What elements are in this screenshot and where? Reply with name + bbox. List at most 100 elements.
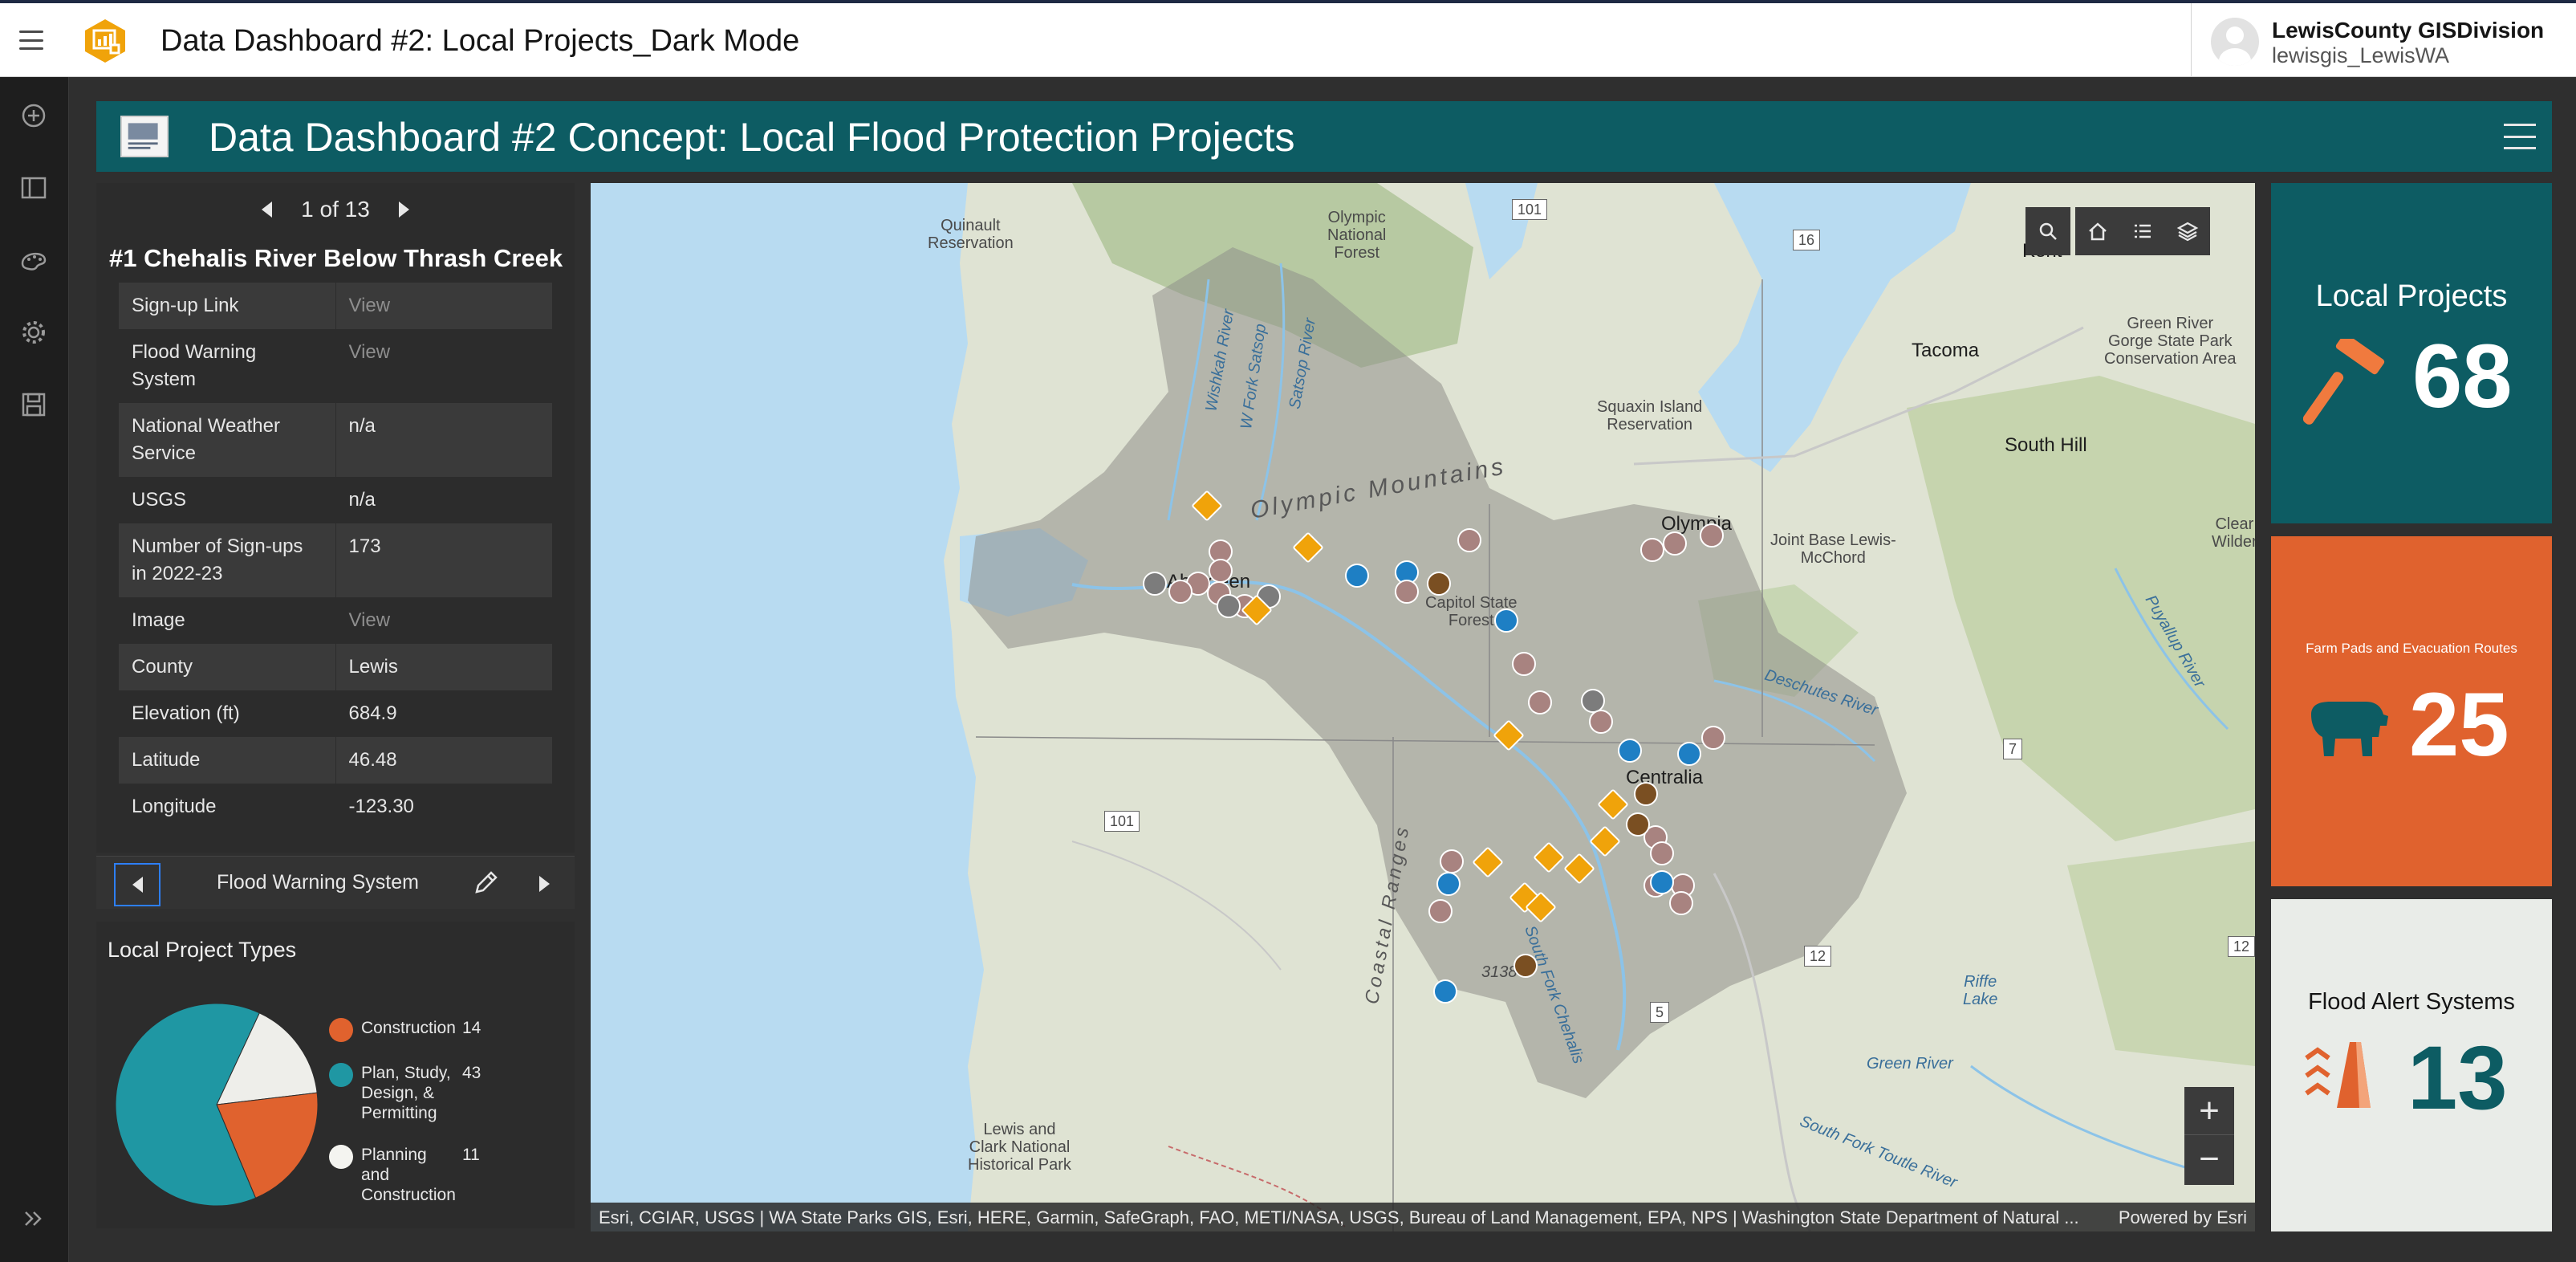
flood-alert-marker[interactable] xyxy=(1677,742,1701,766)
county-logo xyxy=(120,116,169,157)
layers-button[interactable] xyxy=(2165,207,2210,255)
attribute-value: 173 xyxy=(335,523,552,597)
farm-pad-marker[interactable] xyxy=(1427,572,1451,596)
flood-alert-marker[interactable] xyxy=(1494,609,1518,633)
construction-project-marker[interactable] xyxy=(1209,559,1233,583)
flood-alert-marker[interactable] xyxy=(1345,564,1369,588)
signup-link[interactable]: View xyxy=(335,283,552,329)
table-row: Longitude -123.30 xyxy=(119,784,552,830)
construction-project-marker[interactable] xyxy=(1395,580,1419,604)
attribute-key: Number of Sign-ups in 2022-23 xyxy=(119,523,336,597)
legend-label: Construction xyxy=(361,1019,456,1037)
zoom-out-button[interactable]: − xyxy=(2184,1135,2234,1183)
chart-title: Local Project Types xyxy=(108,938,297,962)
legend-value: 43 xyxy=(462,1064,481,1082)
legend-swatch xyxy=(329,1018,353,1042)
highway-shield: 101 xyxy=(1104,811,1140,832)
edit-pencil-icon[interactable] xyxy=(472,869,499,897)
farm-pad-marker[interactable] xyxy=(1514,954,1538,978)
construction-project-marker[interactable] xyxy=(1650,841,1674,865)
theme-palette-icon[interactable] xyxy=(16,242,51,278)
previous-layer-button[interactable] xyxy=(114,863,160,906)
layers-icon xyxy=(2176,222,2199,242)
map-tool-group xyxy=(2075,207,2210,255)
cow-icon xyxy=(2311,702,2388,756)
attribute-value: -123.30 xyxy=(335,784,552,830)
construction-project-marker[interactable] xyxy=(1512,652,1536,676)
legend-item-planning-construction: Planning and Construction 11 xyxy=(329,1145,570,1205)
flood-warning-link[interactable]: View xyxy=(335,329,552,403)
attribute-key: Longitude xyxy=(119,784,336,830)
search-button[interactable] xyxy=(2025,207,2070,255)
image-link[interactable]: View xyxy=(335,597,552,644)
legend-swatch xyxy=(329,1145,353,1169)
construction-project-marker[interactable] xyxy=(1428,899,1453,923)
layout-panel-icon[interactable] xyxy=(16,170,51,206)
next-layer-icon[interactable] xyxy=(539,876,550,892)
map-label: Quinault Reservation xyxy=(928,217,1014,252)
farm-pad-marker[interactable] xyxy=(1626,812,1650,837)
zoom-in-button[interactable]: + xyxy=(2184,1087,2234,1135)
dashboard-header: Data Dashboard #2 Concept: Local Flood P… xyxy=(96,101,2552,172)
map-view[interactable]: Quinault Reservation Olympic National Fores… xyxy=(591,183,2255,1231)
flood-alert-marker[interactable] xyxy=(1436,872,1461,896)
dashboard-app-icon xyxy=(85,19,125,63)
legend-value: 14 xyxy=(462,1019,481,1037)
pie-chart xyxy=(115,1003,319,1207)
flood-alert-marker[interactable] xyxy=(1618,739,1642,763)
attribute-value: n/a xyxy=(335,403,552,477)
flood-alert-marker[interactable] xyxy=(1433,979,1457,1003)
home-button[interactable] xyxy=(2075,207,2120,255)
map-label: Lewis and Clark National Historical Park xyxy=(968,1121,1071,1174)
table-row: County Lewis xyxy=(119,644,552,690)
attribute-key: Latitude xyxy=(119,737,336,784)
legend-button[interactable] xyxy=(2120,207,2165,255)
construction-project-marker[interactable] xyxy=(1440,849,1464,873)
attribute-key: Flood Warning System xyxy=(119,329,336,403)
attribute-key: Elevation (ft) xyxy=(119,690,336,737)
add-element-icon[interactable] xyxy=(16,98,51,133)
table-row: Latitude 46.48 xyxy=(119,737,552,784)
highway-shield: 16 xyxy=(1793,230,1821,250)
construction-project-marker[interactable] xyxy=(1168,580,1193,604)
settings-gear-icon[interactable] xyxy=(16,315,51,350)
highway-shield: 12 xyxy=(2228,936,2255,957)
construction-project-marker[interactable] xyxy=(1457,528,1481,552)
map-label-city: Tacoma xyxy=(1912,340,1980,361)
project-types-chart: Local Project Types Construction 14 Plan… xyxy=(96,922,575,1228)
feature-title: #1 Chehalis River Below Thrash Creek xyxy=(109,244,563,272)
construction-project-marker[interactable] xyxy=(1669,891,1693,915)
construction-project-marker[interactable] xyxy=(1589,710,1613,734)
expand-chevrons-icon[interactable] xyxy=(16,1201,51,1236)
construction-project-marker[interactable] xyxy=(1528,690,1552,714)
previous-feature-icon[interactable] xyxy=(262,202,273,218)
flood-warning-icon xyxy=(2305,1042,2371,1108)
planning-project-marker[interactable] xyxy=(1143,572,1167,596)
map-label: 3138 xyxy=(1481,963,1518,981)
map-label-water: Riffe Lake xyxy=(1963,973,1998,1008)
table-row: Image View xyxy=(119,597,552,644)
powered-by-esri[interactable]: Powered by Esri xyxy=(2119,1207,2247,1228)
planning-project-marker[interactable] xyxy=(1217,594,1241,618)
highway-shield: 12 xyxy=(1804,946,1832,967)
attribute-value: 46.48 xyxy=(335,737,552,784)
map-label-water: Green River xyxy=(1867,1055,1953,1073)
save-icon[interactable] xyxy=(16,387,51,422)
table-row: Elevation (ft) 684.9 xyxy=(119,690,552,737)
header-menu-icon[interactable] xyxy=(2504,124,2536,149)
search-icon xyxy=(2039,222,2057,240)
details-footer: Flood Warning System xyxy=(96,856,575,909)
farm-pad-marker[interactable] xyxy=(1634,782,1658,806)
construction-project-marker[interactable] xyxy=(1700,523,1724,548)
user-id: lewisgis_LewisWA xyxy=(2272,43,2450,67)
table-row: USGS n/a xyxy=(119,477,552,523)
menu-icon[interactable] xyxy=(19,31,43,50)
construction-project-marker[interactable] xyxy=(1701,726,1725,750)
construction-project-marker[interactable] xyxy=(1640,538,1664,562)
map-label: Clear Wilder xyxy=(2212,515,2255,551)
flood-alert-marker[interactable] xyxy=(1650,870,1674,894)
next-feature-icon[interactable] xyxy=(398,202,409,218)
construction-project-marker[interactable] xyxy=(1663,531,1687,556)
user-menu[interactable]: LewisCounty GISDivision lewisgis_LewisWA xyxy=(2191,3,2576,77)
indicator-value: 25 xyxy=(2409,674,2509,775)
